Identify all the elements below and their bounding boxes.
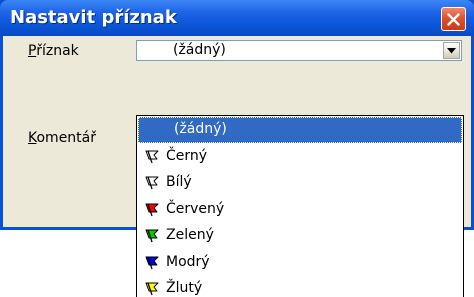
dropdown-option[interactable]: Červený [138, 197, 462, 223]
flag-label-accesskey: P [28, 43, 37, 59]
dialog-title: Nastavit příznak [10, 7, 177, 28]
close-icon [447, 13, 460, 26]
dropdown-option-label: Červený [166, 200, 225, 217]
dropdown-option[interactable]: Černý [138, 144, 462, 170]
yellow-flag-icon [145, 282, 159, 296]
title-bar[interactable]: Nastavit příznak [0, 0, 474, 36]
flag-select[interactable]: (žádný) [136, 40, 462, 61]
chevron-down-icon [447, 48, 456, 54]
dropdown-option-label: Bílý [166, 174, 192, 190]
comment-label-text: omentář [36, 130, 96, 146]
flag-label: Příznak [28, 43, 79, 59]
blue-flag-icon [145, 256, 159, 269]
dropdown-option-label: Zelený [166, 227, 214, 243]
dropdown-option[interactable]: (žádný) [138, 117, 462, 143]
dropdown-button[interactable] [443, 42, 460, 59]
red-flag-icon [145, 203, 159, 216]
screen: Nastavit příznak Příznak Komentář (žádný… [0, 0, 474, 297]
dropdown-option[interactable]: Modrý [138, 250, 462, 276]
dropdown-option[interactable]: Zelený [138, 223, 462, 249]
dropdown-option-label: (žádný) [174, 121, 227, 137]
flag-outline-icon [145, 150, 159, 163]
close-button[interactable] [441, 7, 466, 31]
flag-dropdown-list[interactable]: (žádný) Černý Bílý Červený Zelený Modrý Žlutý [136, 115, 464, 297]
flag-label-text: říznak [36, 43, 79, 59]
flag-outline-icon [145, 176, 159, 190]
dropdown-option-label: Modrý [166, 253, 210, 270]
dropdown-option-label: Žlutý [166, 280, 203, 296]
green-flag-icon [145, 229, 159, 243]
comment-label: Komentář [28, 130, 96, 146]
dropdown-option[interactable]: Bílý [138, 170, 462, 196]
dropdown-option-label: Černý [166, 147, 208, 164]
flag-select-value: (žádný) [173, 42, 226, 58]
dropdown-option[interactable]: Žlutý [138, 276, 462, 297]
